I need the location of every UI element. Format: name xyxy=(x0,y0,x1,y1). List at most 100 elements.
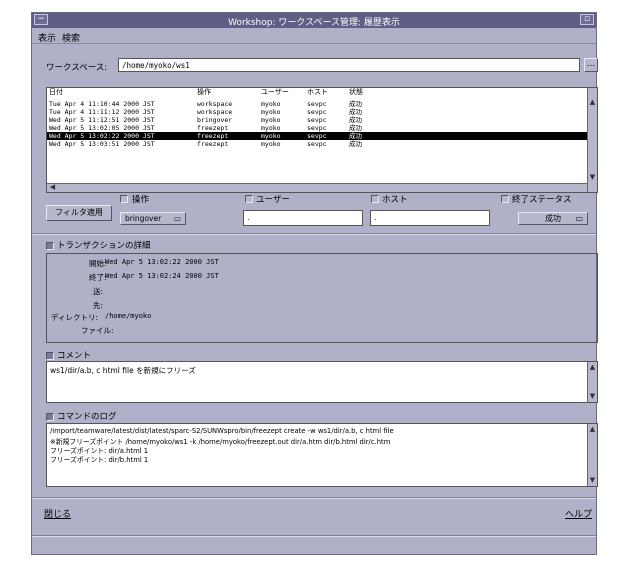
history-window: − Workshop: ワークスペース管理: 履歴表示 ▫ 表示 検索 ワークス… xyxy=(31,12,598,555)
cell-op: bringover xyxy=(197,116,233,124)
cell-user: myoko xyxy=(261,132,281,140)
scroll-down-icon[interactable]: ▼ xyxy=(588,392,597,401)
cell-host: sevpc xyxy=(307,140,327,148)
command-log-area[interactable]: /import/teamware/latest/dist/latest/spar… xyxy=(46,423,598,487)
start-label: 開始: xyxy=(89,259,107,268)
user-checkbox[interactable] xyxy=(245,195,253,203)
column-date[interactable]: 日付 xyxy=(49,88,63,97)
cell-op: workspace xyxy=(197,108,233,116)
table-row[interactable]: Tue Apr 4 11:10:44 2000 JST workspace myok… xyxy=(47,100,587,108)
user-filter-input[interactable]: . xyxy=(243,210,363,226)
dropdown-icon: ▭ xyxy=(173,214,181,223)
command-log-scrollbar[interactable]: ▲ ▼ xyxy=(587,424,597,486)
operation-dropdown-value: bringover xyxy=(125,214,162,223)
table-row[interactable]: Wed Apr 5 11:12:51 2000 JST bringover myok… xyxy=(47,116,587,124)
cell-status: 成功 xyxy=(349,132,362,140)
operation-checkbox[interactable] xyxy=(120,195,128,203)
directory-label: ディレクトリ: xyxy=(51,313,99,322)
menu-view[interactable]: 表示 xyxy=(38,31,56,44)
column-user[interactable]: ユーザー xyxy=(261,88,289,97)
divider xyxy=(32,497,596,499)
end-label: 終了: xyxy=(89,273,107,282)
scroll-down-icon[interactable]: ▼ xyxy=(588,476,597,485)
exit-status-dropdown-value: 成功 xyxy=(545,214,561,223)
user-label: ユーザー xyxy=(256,195,290,205)
cell-status: 成功 xyxy=(349,140,362,148)
table-row[interactable]: Wed Apr 5 13:02:05 2000 JST freezept myoko… xyxy=(47,124,587,132)
exit-status-checkbox[interactable] xyxy=(501,195,509,203)
scroll-up-icon[interactable]: ▲ xyxy=(588,363,597,372)
transaction-panel: 開始: Wed Apr 5 13:02:22 2000 JST 終了: Wed … xyxy=(46,253,598,343)
cell-host: sevpc xyxy=(307,100,327,108)
cell-host: sevpc xyxy=(307,116,327,124)
cell-host: sevpc xyxy=(307,132,327,140)
title-bar: − Workshop: ワークスペース管理: 履歴表示 ▫ xyxy=(32,13,596,28)
minimize-icon[interactable]: ▫ xyxy=(580,14,594,25)
column-host[interactable]: ホスト xyxy=(307,88,328,97)
comment-toggle[interactable] xyxy=(46,352,54,360)
end-value: Wed Apr 5 13:02:24 2000 JST xyxy=(105,272,219,280)
cell-user: myoko xyxy=(261,140,281,148)
cell-date: Wed Apr 5 13:02:22 2000 JST xyxy=(49,132,155,140)
menu-bar: 表示 検索 xyxy=(32,29,596,44)
cell-host: sevpc xyxy=(307,108,327,116)
start-value: Wed Apr 5 13:02:22 2000 JST xyxy=(105,258,219,266)
transaction-toggle[interactable] xyxy=(46,242,54,250)
comment-text: ws1/dir/a.b, c html file を新規にフリーズ xyxy=(50,366,196,375)
command-log-toggle[interactable] xyxy=(46,413,54,421)
cell-date: Wed Apr 5 11:12:51 2000 JST xyxy=(49,116,155,124)
comment-area[interactable]: ws1/dir/a.b, c html file を新規にフリーズ ▲ ▼ xyxy=(46,361,598,403)
dropdown-icon: ▭ xyxy=(575,214,583,223)
table-row[interactable]: Tue Apr 4 11:11:12 2000 JST workspace myok… xyxy=(47,108,587,116)
help-button[interactable]: ヘルプ xyxy=(565,507,592,520)
table-header: 日付 操作 ユーザー ホスト 状態 xyxy=(47,88,587,97)
menu-search[interactable]: 検索 xyxy=(62,31,80,44)
scroll-down-icon[interactable]: ▼ xyxy=(588,173,597,182)
exit-status-dropdown[interactable]: 成功 ▭ xyxy=(518,212,588,225)
workspace-label: ワークスペース: xyxy=(46,63,108,73)
cell-op: workspace xyxy=(197,100,233,108)
host-filter-input[interactable]: . xyxy=(370,210,490,226)
apply-filter-button[interactable]: フィルタ適用 xyxy=(46,205,112,221)
cell-status: 成功 xyxy=(349,100,362,108)
browse-button[interactable]: ... xyxy=(584,58,598,72)
host-label: ホスト xyxy=(382,195,408,205)
window-title: Workshop: ワークスペース管理: 履歴表示 xyxy=(228,18,400,28)
table-row[interactable]: Wed Apr 5 13:03:51 2000 JST freezept myoko… xyxy=(47,140,587,148)
host-checkbox[interactable] xyxy=(371,195,379,203)
scroll-left-icon[interactable]: ◀ xyxy=(48,183,57,192)
cell-date: Wed Apr 5 13:03:51 2000 JST xyxy=(49,140,155,148)
divider xyxy=(32,535,596,537)
table-horizontal-scrollbar[interactable]: ◀ xyxy=(47,183,587,192)
cell-date: Wed Apr 5 13:02:05 2000 JST xyxy=(49,124,155,132)
cell-user: myoko xyxy=(261,124,281,132)
cell-status: 成功 xyxy=(349,124,362,132)
cell-op: freezept xyxy=(197,140,229,148)
column-operation[interactable]: 操作 xyxy=(197,88,211,97)
command-log-header: コマンドのログ xyxy=(57,412,117,422)
column-status[interactable]: 状態 xyxy=(349,88,363,97)
table-vertical-scrollbar[interactable]: ▲ ▼ xyxy=(587,88,597,192)
cell-user: myoko xyxy=(261,116,281,124)
divider xyxy=(32,233,596,235)
comment-header: コメント xyxy=(57,351,92,361)
history-table: 日付 操作 ユーザー ホスト 状態 Tue Apr 4 11:10:44 200… xyxy=(46,87,598,193)
scroll-up-icon[interactable]: ▲ xyxy=(588,98,597,107)
cell-status: 成功 xyxy=(349,116,362,124)
cell-date: Tue Apr 4 11:10:44 2000 JST xyxy=(49,100,155,108)
operation-dropdown[interactable]: bringover ▭ xyxy=(120,212,186,225)
cell-user: myoko xyxy=(261,108,281,116)
cell-status: 成功 xyxy=(349,108,362,116)
exit-status-label: 終了ステータス xyxy=(512,195,572,205)
close-button[interactable]: 閉じる xyxy=(44,507,71,520)
transaction-header: トランザクションの詳細 xyxy=(57,241,151,251)
cell-date: Tue Apr 4 11:11:12 2000 JST xyxy=(49,108,155,116)
scroll-up-icon[interactable]: ▲ xyxy=(588,425,597,434)
workspace-input[interactable]: /home/myoko/ws1 xyxy=(118,58,580,72)
comment-scrollbar[interactable]: ▲ ▼ xyxy=(587,362,597,402)
operation-label: 操作 xyxy=(132,195,150,205)
table-row[interactable]: Wed Apr 5 13:02:22 2000 JST freezept myoko… xyxy=(47,132,587,140)
log-line: /import/teamware/latest/dist/latest/spar… xyxy=(50,427,394,435)
cell-user: myoko xyxy=(261,100,281,108)
cell-op: freezept xyxy=(197,132,229,140)
